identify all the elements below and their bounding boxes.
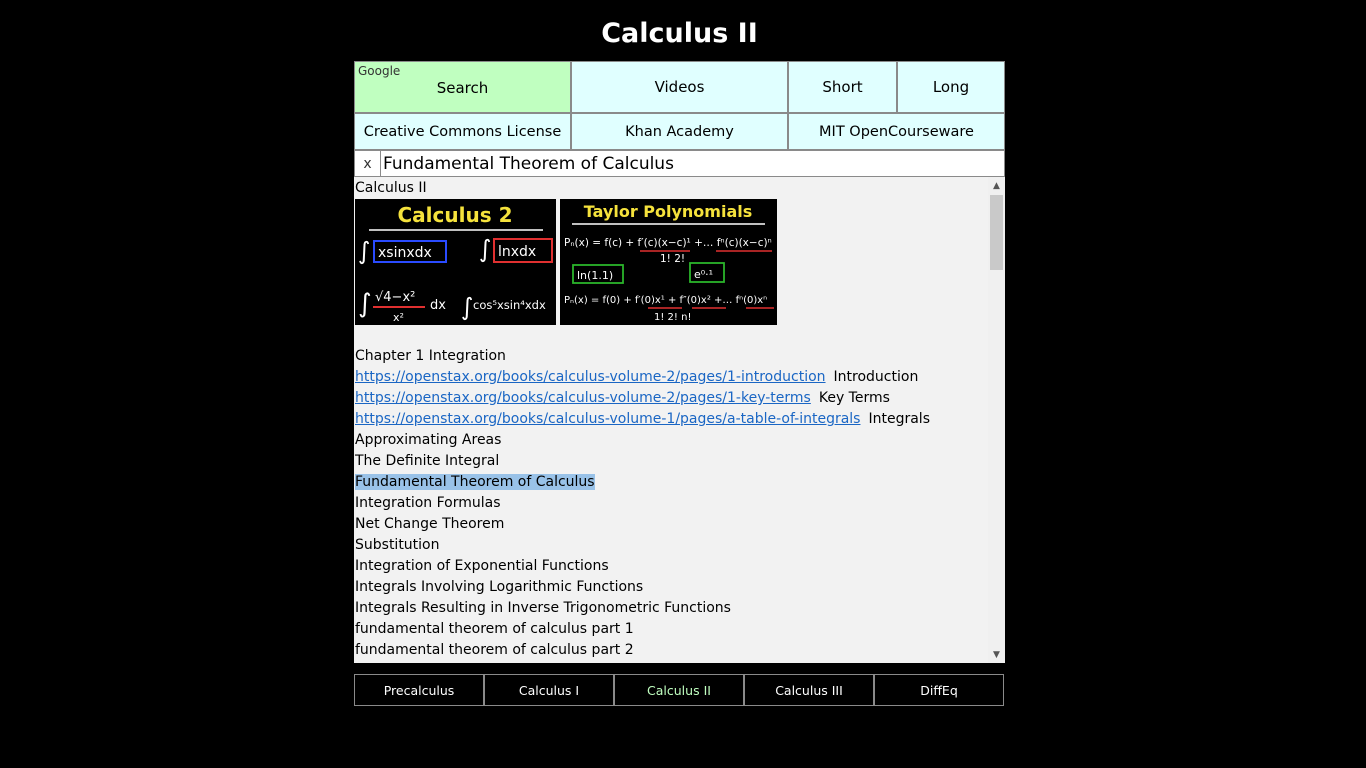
- openstax-link[interactable]: https://openstax.org/books/calculus-volu…: [355, 411, 860, 427]
- link-row: https://openstax.org/books/calculus-volu…: [355, 409, 987, 430]
- list-item[interactable]: Integration of Exponential Functions: [355, 556, 987, 577]
- scrollbar-thumb[interactable]: [990, 195, 1003, 270]
- videos-button[interactable]: Videos: [571, 61, 788, 113]
- app-title: Calculus II: [601, 18, 758, 49]
- calculus-2-thumbnail[interactable]: Calculus 2 ∫ xsinxdx ∫ lnxdx ∫ √4−x² x² …: [355, 199, 556, 325]
- content-list: Calculus II Calculus 2 ∫ xsinxdx ∫ lnxdx…: [355, 177, 987, 661]
- list-item[interactable]: fundamental theorem of calculus part 1: [355, 619, 987, 640]
- scroll-down-icon[interactable]: ▼: [988, 646, 1005, 663]
- content-heading: Calculus II: [355, 180, 427, 196]
- topic-list: Chapter 1 Integration https://openstax.o…: [355, 346, 987, 661]
- thumb1-expr1: xsinxdx: [378, 245, 432, 261]
- search-input[interactable]: [381, 151, 1004, 176]
- thumb1-expr2: lnxdx: [498, 244, 536, 260]
- tab-diffeq[interactable]: DiffEq: [874, 674, 1004, 706]
- thumb2-line1-denoms: 1! 2!: [660, 253, 685, 265]
- thumb2-line1: Pₙ(x) = f(c) + f′(c)(x−c)¹ +… fⁿ(c)(x−c)…: [564, 237, 772, 249]
- chapter-heading: Chapter 1 Integration: [355, 348, 506, 364]
- google-search-button[interactable]: Google Search: [354, 61, 571, 113]
- link-label: Introduction: [833, 369, 919, 385]
- link-row: https://openstax.org/books/calculus-volu…: [355, 367, 987, 388]
- list-item[interactable]: fundamental theorem of calculus part 2: [355, 640, 987, 661]
- integral-sign-icon: ∫: [358, 237, 371, 265]
- tab-calculus-1[interactable]: Calculus I: [484, 674, 614, 706]
- thumb2-box2: e⁰·¹: [694, 268, 713, 281]
- thumb1-expr4: cos⁵xsin⁴xdx: [473, 298, 546, 312]
- thumb1-expr3-den: x²: [393, 311, 404, 324]
- vertical-scrollbar[interactable]: ▲ ▼: [988, 177, 1005, 663]
- search-button-label: Search: [436, 79, 489, 97]
- openstax-link[interactable]: https://openstax.org/books/calculus-volu…: [355, 390, 811, 406]
- integral-sign-icon: ∫: [479, 235, 492, 263]
- thumb2-title: Taylor Polynomials: [584, 202, 753, 221]
- thumbnail-row: Calculus 2 ∫ xsinxdx ∫ lnxdx ∫ √4−x² x² …: [355, 199, 987, 325]
- nav-row-primary: Google Search Videos Short Long: [354, 61, 1005, 113]
- tab-calculus-3[interactable]: Calculus III: [744, 674, 874, 706]
- search-bar: x: [354, 150, 1005, 177]
- thumb1-expr3-dx: dx: [430, 298, 446, 313]
- list-item[interactable]: Substitution: [355, 535, 987, 556]
- link-label: Key Terms: [818, 390, 890, 406]
- list-item[interactable]: The Definite Integral: [355, 451, 987, 472]
- list-item[interactable]: Integrals Resulting in Inverse Trigonome…: [355, 598, 987, 619]
- list-item[interactable]: Net Change Theorem: [355, 514, 987, 535]
- integral-sign-icon: ∫: [358, 289, 372, 319]
- short-button[interactable]: Short: [788, 61, 897, 113]
- course-tabs: Precalculus Calculus I Calculus II Calcu…: [354, 674, 1004, 706]
- nav-row-secondary: Creative Commons License Khan Academy MI…: [354, 113, 1005, 150]
- list-item[interactable]: Integrals Involving Logarithmic Function…: [355, 577, 987, 598]
- taylor-polynomials-thumbnail[interactable]: Taylor Polynomials Pₙ(x) = f(c) + f′(c)(…: [560, 199, 777, 325]
- list-item[interactable]: Integration Formulas: [355, 493, 987, 514]
- google-tag: Google: [358, 64, 401, 78]
- integral-sign-icon: ∫: [461, 293, 474, 321]
- scroll-up-icon[interactable]: ▲: [988, 177, 1005, 194]
- thumb2-line2-denoms: 1! 2! n!: [654, 312, 691, 323]
- tab-calculus-2[interactable]: Calculus II: [614, 674, 744, 706]
- creative-commons-button[interactable]: Creative Commons License: [354, 113, 571, 150]
- openstax-link[interactable]: https://openstax.org/books/calculus-volu…: [355, 369, 826, 385]
- long-button[interactable]: Long: [897, 61, 1005, 113]
- clear-button[interactable]: x: [355, 151, 381, 176]
- thumb2-line2: Pₙ(x) = f(0) + f′(0)x¹ + f″(0)x² +… fⁿ(0…: [564, 295, 767, 306]
- thumb1-expr3-num: √4−x²: [375, 290, 415, 305]
- thumb1-title: Calculus 2: [398, 203, 513, 227]
- list-item-selected[interactable]: Fundamental Theorem of Calculus: [355, 472, 987, 493]
- tab-precalculus[interactable]: Precalculus: [354, 674, 484, 706]
- thumb2-box1: ln(1.1): [577, 269, 613, 282]
- link-label: Integrals: [868, 411, 930, 427]
- list-item[interactable]: Approximating Areas: [355, 430, 987, 451]
- content-panel: Calculus II Calculus 2 ∫ xsinxdx ∫ lnxdx…: [354, 177, 1005, 663]
- selected-item-text: Fundamental Theorem of Calculus: [355, 474, 595, 490]
- khan-academy-button[interactable]: Khan Academy: [571, 113, 788, 150]
- mit-opencourseware-button[interactable]: MIT OpenCourseware: [788, 113, 1005, 150]
- link-row: https://openstax.org/books/calculus-volu…: [355, 388, 987, 409]
